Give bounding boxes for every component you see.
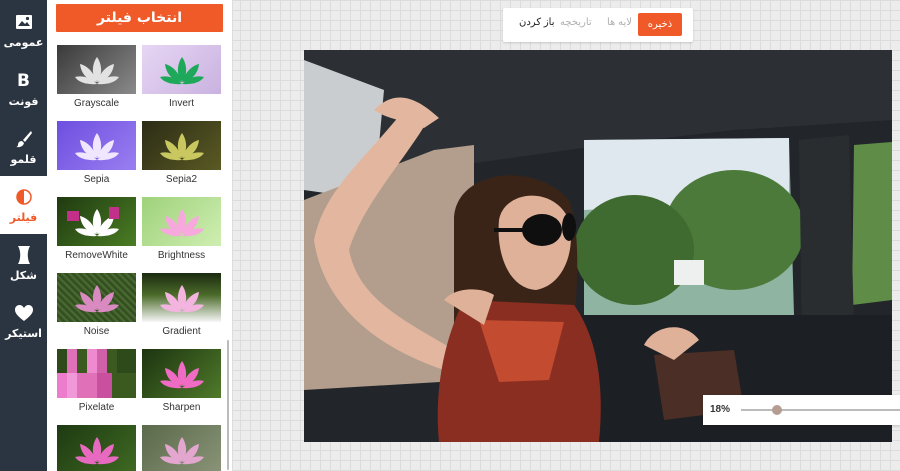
filter-thumb-row6-right[interactable] — [142, 425, 221, 471]
save-button[interactable]: ذخیره — [638, 13, 682, 36]
editor-canvas-photo[interactable] — [304, 50, 892, 442]
filter-panel-title: انتخاب فیلتر — [56, 4, 223, 32]
filter-label: Gradient — [162, 326, 201, 337]
filter-label: Sepia — [83, 174, 110, 185]
filter-thumb-grayscale[interactable] — [57, 45, 136, 94]
filter-thumb-pixelate[interactable] — [57, 349, 136, 398]
top-toolbar: باز کردن تاریخچه لایه ها ذخیره — [503, 8, 693, 42]
sidebar-item-label: فیلتر — [9, 211, 38, 224]
filter-preview-image — [142, 425, 221, 471]
filter-preview-image — [57, 273, 136, 322]
filter-thumb-removewhite[interactable] — [57, 197, 136, 246]
sidebar-item-filter[interactable]: فیلتر — [0, 176, 47, 234]
filter-label: Grayscale — [73, 98, 119, 109]
icon-sidebar: عمومی B فونت قلمو فیلتر شکل استیکر — [0, 0, 47, 471]
filter-preview-image — [142, 197, 221, 246]
filter-label: Brightness — [157, 250, 206, 261]
filter-thumb-row6-left[interactable] — [57, 425, 136, 471]
filter-thumb-sharpen[interactable] — [142, 349, 221, 398]
sidebar-item-label: شکل — [9, 269, 38, 282]
sidebar-item-font[interactable]: B فونت — [0, 60, 47, 118]
filter-preview-image — [57, 197, 136, 246]
filter-preview-image — [57, 45, 136, 94]
zoom-slider-handle[interactable] — [772, 405, 782, 415]
heart-icon — [14, 302, 34, 324]
brush-icon — [15, 128, 33, 150]
font-b-icon: B — [17, 71, 30, 91]
sidebar-item-shape[interactable]: شکل — [0, 234, 47, 292]
filter-preview-image — [57, 425, 136, 471]
sidebar-item-general[interactable]: عمومی — [0, 0, 47, 60]
filter-thumb-invert[interactable] — [142, 45, 221, 94]
sidebar-item-label: استیکر — [5, 327, 42, 340]
sidebar-item-label: فونت — [8, 95, 39, 108]
filter-label: Sharpen — [162, 402, 201, 413]
layers-button[interactable]: لایه ها — [607, 17, 632, 28]
filter-preview-image — [142, 349, 221, 398]
filter-label: RemoveWhite — [65, 250, 128, 261]
filter-preview-image — [57, 349, 136, 398]
filter-preview-image — [57, 121, 136, 170]
open-button[interactable]: باز کردن — [519, 17, 555, 28]
sidebar-item-brush[interactable]: قلمو — [0, 118, 47, 176]
shape-icon — [17, 244, 31, 266]
sidebar-item-sticker[interactable]: استیکر — [0, 292, 47, 350]
sidebar-item-label: قلمو — [10, 153, 37, 166]
filter-label: Sepia2 — [165, 174, 198, 185]
photo-image — [304, 50, 892, 442]
filter-panel: انتخاب فیلتر Grayscale Invert Sepia Sepi… — [47, 0, 233, 471]
filter-label: Invert — [168, 98, 194, 109]
zoom-control: 18% — [703, 395, 900, 425]
filter-label: Noise — [83, 326, 110, 337]
history-button[interactable]: تاریخچه — [560, 17, 592, 28]
filter-thumb-sepia[interactable] — [57, 121, 136, 170]
filter-preview-image — [142, 273, 221, 322]
zoom-slider-track[interactable] — [741, 409, 900, 411]
filter-panel-scrollbar[interactable] — [227, 340, 229, 470]
image-icon — [15, 11, 33, 33]
filter-icon — [14, 186, 34, 208]
filter-thumb-brightness[interactable] — [142, 197, 221, 246]
filter-preview-image — [142, 45, 221, 94]
filter-thumb-noise[interactable] — [57, 273, 136, 322]
filter-label: Pixelate — [78, 402, 115, 413]
zoom-percent: 18% — [710, 404, 731, 415]
sidebar-item-label: عمومی — [3, 36, 44, 49]
filter-thumb-sepia2[interactable] — [142, 121, 221, 170]
filter-thumb-gradient[interactable] — [142, 273, 221, 322]
filter-preview-image — [142, 121, 221, 170]
